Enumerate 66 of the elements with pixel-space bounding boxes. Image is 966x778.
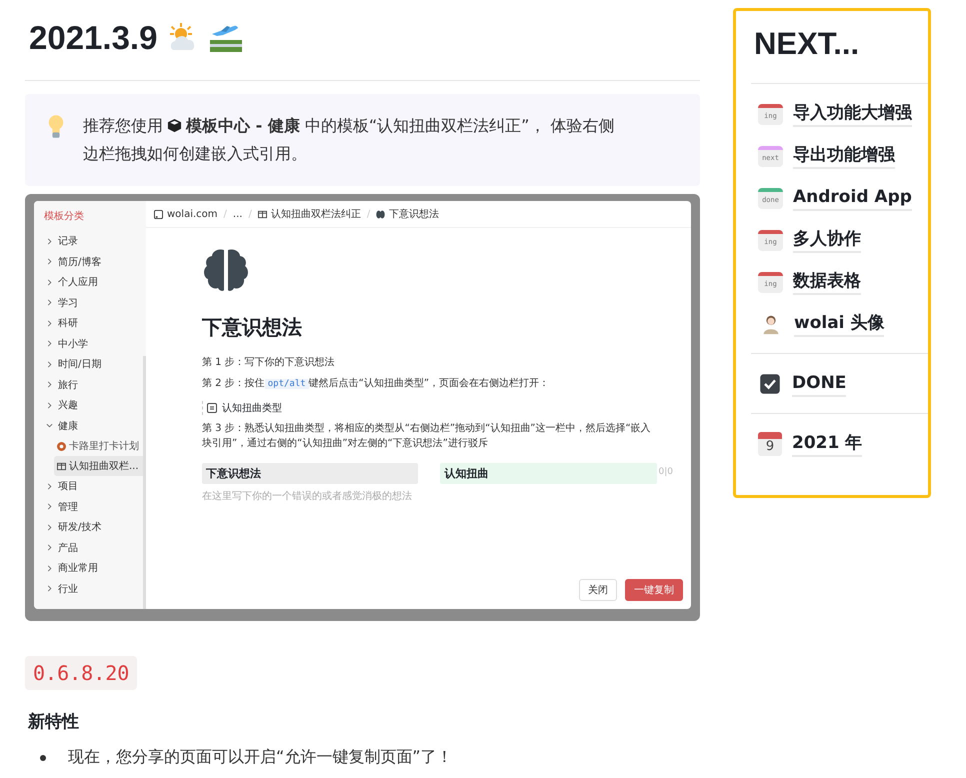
page-link[interactable]: 数据表格 [793, 269, 861, 295]
page-link[interactable]: 导出功能增强 [793, 143, 895, 169]
page-link[interactable]: 认知扭曲类型 [202, 401, 282, 415]
close-button[interactable]: 关闭 [579, 579, 617, 601]
page-link[interactable]: wolai 头像 [794, 311, 884, 337]
category-item[interactable]: 学习 [34, 292, 146, 313]
breadcrumb-item[interactable]: wolai.com [154, 208, 218, 220]
bullet-icon [40, 754, 46, 760]
page-heading: 下意识想法 [202, 314, 303, 341]
category-item[interactable]: 科研 [34, 313, 146, 334]
category-item[interactable]: 旅行 [34, 374, 146, 395]
category-item[interactable]: 项目 [34, 476, 146, 496]
table-icon [258, 210, 267, 218]
table-icon [57, 462, 66, 470]
page-link[interactable]: 多人协作 [793, 227, 861, 253]
column-heading: 认知扭曲 [440, 463, 657, 484]
page-title: 2021.3.9 [29, 19, 158, 57]
category-item[interactable]: 兴趣 [34, 395, 146, 416]
brain-icon [376, 210, 386, 218]
bullet-text: 现在，您分享的页面可以开启“允许一键复制页面”了！ [68, 747, 453, 768]
cube-icon [167, 118, 182, 133]
calendar-icon: 9 [758, 432, 782, 456]
category-item[interactable]: 记录 [34, 231, 146, 252]
category-item[interactable]: 时间/日期 [34, 354, 146, 374]
page-link[interactable]: Android App [793, 185, 912, 211]
sidebar-title: 模板分类 [43, 210, 85, 224]
category-item[interactable]: 个人应用 [34, 272, 146, 292]
lightbulb-icon [47, 114, 65, 140]
page-link[interactable]: 导入功能大增强 [793, 101, 912, 127]
breadcrumb-separator: / [366, 208, 370, 220]
column-counter: 0|0 [658, 467, 674, 477]
callout-text: 模板中心 - 健康 中的模板“认知扭曲双栏法纠正”， 体验右侧 [186, 116, 615, 135]
step-text: 第 3 步：熟悉认知扭曲类型，将相应的类型从“右侧边栏”拖动到“认知扭曲”这一栏中，然后选择“嵌入块引用”，通过右侧的“认知扭曲”对左侧的“下意识想法”进行驳斥 [202, 422, 651, 451]
checkbox-icon[interactable] [760, 374, 780, 394]
breadcrumb-separator: / [248, 208, 252, 220]
breadcrumb-item[interactable]: 下意识想法 [376, 207, 440, 221]
inline-code: opt/alt [264, 379, 309, 389]
donut-icon [57, 442, 66, 450]
panel-title: NEXT... [754, 25, 860, 63]
template-item[interactable]: 卡路里打卡计划 [54, 436, 145, 456]
document-icon [207, 403, 217, 413]
callout-text: 边栏拖拽如何创建嵌入式引用。 [83, 143, 307, 165]
breadcrumb-item[interactable]: ... [232, 208, 242, 220]
template-item[interactable]: 认知扭曲双栏... [54, 456, 145, 476]
step-text: 键然后点击“认知扭曲类型”，页面会在右侧边栏打开： [308, 378, 550, 389]
version-code: 0.6.8.20 [25, 656, 138, 690]
page-link[interactable]: DONE [792, 371, 846, 397]
breadcrumb-separator: / [224, 208, 227, 220]
category-item[interactable]: 产品 [34, 538, 146, 558]
step-text: 第 1 步：写下你的下意识想法 [202, 356, 336, 370]
category-item[interactable]: 健康 [34, 416, 146, 436]
callout-text: 推荐您使用 [83, 116, 163, 135]
page-icon [154, 210, 163, 218]
category-item[interactable]: 管理 [34, 496, 146, 517]
column-heading: 下意识想法 [202, 463, 418, 484]
copy-button[interactable]: 一键复制 [625, 579, 683, 601]
breadcrumb-item[interactable]: 认知扭曲双栏法纠正 [258, 207, 361, 221]
page-link[interactable]: 2021 年 [792, 431, 862, 457]
brain-icon [202, 248, 250, 292]
category-item[interactable]: 研发/技术 [34, 517, 146, 538]
category-item[interactable]: 简历/博客 [34, 252, 146, 272]
category-item[interactable]: 行业 [34, 578, 146, 599]
category-item[interactable]: 商业常用 [34, 558, 146, 578]
step-text: 第 2 步：按住 [202, 378, 265, 389]
category-item[interactable]: 中小学 [34, 334, 146, 354]
section-heading: 新特性 [28, 711, 80, 733]
